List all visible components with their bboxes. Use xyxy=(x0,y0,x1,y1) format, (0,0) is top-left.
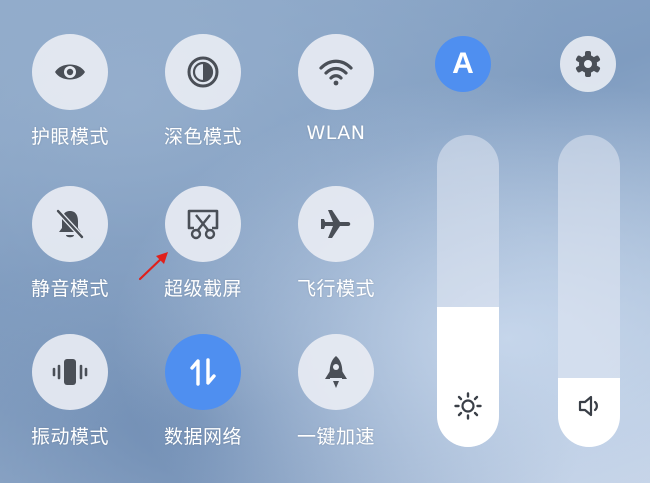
tile-circle[interactable] xyxy=(32,186,108,262)
mobile-data-icon xyxy=(190,358,216,386)
settings-button[interactable] xyxy=(560,36,616,92)
dark-mode-icon xyxy=(187,56,219,88)
tile-one-key-boost[interactable]: 一键加速 xyxy=(276,334,396,449)
tile-circle[interactable] xyxy=(32,34,108,110)
tile-label: 护眼模式 xyxy=(30,126,109,148)
brightness-slider-fill xyxy=(437,306,499,447)
tile-circle[interactable] xyxy=(298,34,374,110)
tile-silent-mode[interactable]: 静音模式 xyxy=(10,186,130,301)
eye-icon xyxy=(55,64,85,80)
tile-circle[interactable] xyxy=(165,334,241,410)
tile-vibrate-mode[interactable]: 振动模式 xyxy=(10,334,130,449)
vibrate-icon xyxy=(52,359,88,385)
tile-eye-care[interactable]: 护眼模式 xyxy=(10,34,130,149)
tile-circle[interactable] xyxy=(165,34,241,110)
tile-label: 静音模式 xyxy=(30,278,109,300)
screenshot-scissors-icon xyxy=(187,209,219,240)
tile-circle[interactable] xyxy=(298,334,374,410)
tile-label: 深色模式 xyxy=(163,126,242,148)
airplane-icon xyxy=(321,210,351,238)
wifi-icon xyxy=(319,59,353,86)
gear-icon xyxy=(575,51,601,77)
tile-label: WLAN xyxy=(306,122,366,144)
tile-circle[interactable] xyxy=(32,334,108,410)
sun-icon xyxy=(454,392,482,420)
tile-label: 振动模式 xyxy=(30,426,109,448)
auto-brightness-button[interactable]: A xyxy=(435,36,491,92)
tile-super-screenshot[interactable]: 超级截屏 xyxy=(143,186,263,301)
tile-label: 飞行模式 xyxy=(296,278,375,300)
tile-label: 一键加速 xyxy=(296,426,375,448)
volume-slider[interactable] xyxy=(558,135,620,447)
tile-mobile-data[interactable]: 数据网络 xyxy=(143,334,263,449)
brightness-slider[interactable] xyxy=(437,135,499,447)
tile-wlan[interactable]: WLAN xyxy=(276,34,396,144)
tile-circle[interactable] xyxy=(165,186,241,262)
speaker-icon xyxy=(578,395,598,417)
rocket-icon xyxy=(325,356,347,388)
tile-circle[interactable] xyxy=(298,186,374,262)
tile-label: 数据网络 xyxy=(163,426,242,448)
tile-dark-mode[interactable]: 深色模式 xyxy=(143,34,263,149)
tile-airplane-mode[interactable]: 飞行模式 xyxy=(276,186,396,301)
auto-brightness-icon: A xyxy=(452,47,474,80)
bell-off-icon xyxy=(56,209,84,239)
annotation-arrow xyxy=(138,252,168,281)
